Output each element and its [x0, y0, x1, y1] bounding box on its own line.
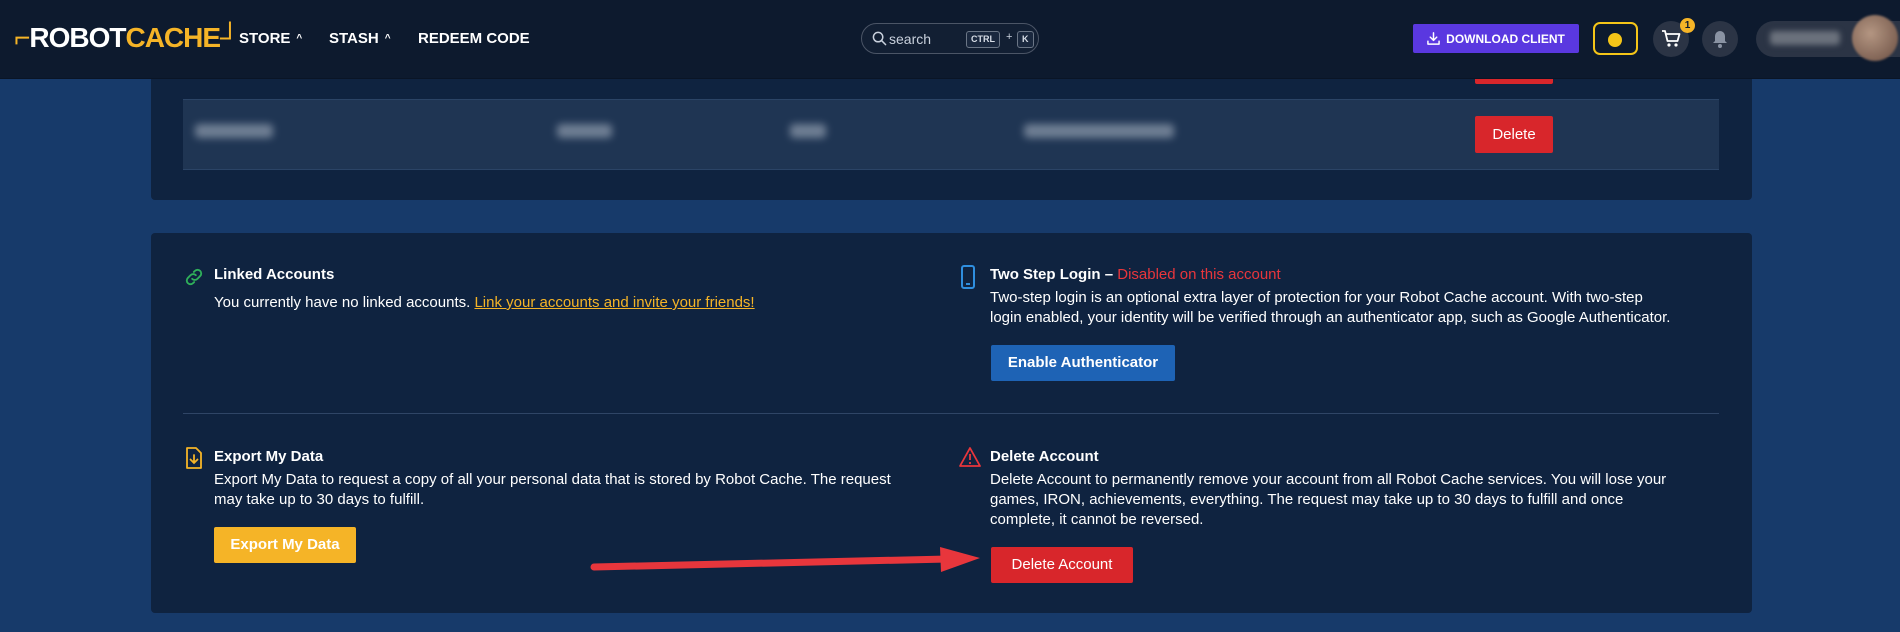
shortcut-k-key: K: [1017, 31, 1034, 48]
avatar: [1852, 15, 1898, 61]
two-step-status: Disabled on this account: [1117, 266, 1281, 283]
two-step-dash: –: [1104, 266, 1114, 283]
export-line-2: may take up to 30 days to fulfill.: [214, 491, 425, 508]
chevron-up-icon: ^: [384, 33, 391, 44]
export-data-description: Export My Data to request a copy of all …: [214, 470, 891, 510]
search-icon: [872, 31, 887, 46]
delete-line-1: Delete Account to permanently remove you…: [990, 471, 1667, 488]
nav-stash[interactable]: STASH ^: [329, 30, 391, 47]
linked-accounts-message: You currently have no linked accounts.: [214, 294, 471, 311]
export-data-title: Export My Data: [214, 448, 324, 465]
cart-icon: [1662, 30, 1681, 47]
chevron-up-icon: ^: [296, 33, 303, 44]
delete-account-button[interactable]: Delete Account: [991, 547, 1133, 583]
export-line-1: Export My Data to request a copy of all …: [214, 471, 891, 488]
notifications-button[interactable]: [1702, 21, 1738, 57]
cart-count-badge: 1: [1680, 18, 1695, 33]
link-icon: [185, 268, 203, 286]
two-step-title-line: Two Step Login – Disabled on this accoun…: [990, 266, 1281, 283]
export-data-button[interactable]: Export My Data: [214, 527, 356, 563]
export-download-icon: [186, 447, 202, 469]
link-accounts-link[interactable]: Link your accounts and invite your frien…: [474, 294, 754, 311]
nav-redeem-code[interactable]: REDEEM CODE: [418, 30, 530, 47]
delete-line-2: games, IRON, achievements, everything. T…: [990, 491, 1624, 508]
session-os-blurred: [557, 124, 612, 138]
session-location-blurred: [790, 124, 826, 138]
two-step-line-2: login enabled, your identity will be ver…: [990, 309, 1671, 326]
delete-account-description: Delete Account to permanently remove you…: [990, 470, 1666, 530]
search-bar[interactable]: search CTRL + K: [861, 23, 1039, 54]
download-client-button[interactable]: DOWNLOAD CLIENT: [1413, 24, 1579, 53]
delete-account-title: Delete Account: [990, 448, 1099, 465]
enable-authenticator-button[interactable]: Enable Authenticator: [991, 345, 1175, 381]
phone-icon: [961, 265, 975, 289]
top-navigation-bar: ⌐ROBOTCACHE┘ STORE ^ STASH ^ REDEEM CODE s…: [0, 0, 1900, 79]
robotcache-logo[interactable]: ⌐ROBOTCACHE┘: [14, 22, 240, 54]
iron-coin-icon: [1608, 33, 1622, 47]
linked-accounts-title: Linked Accounts: [214, 266, 335, 283]
search-placeholder: search: [889, 31, 932, 47]
two-step-line-1: Two-step login is an optional extra laye…: [990, 289, 1643, 306]
iron-wallet-button[interactable]: [1593, 22, 1638, 55]
bell-icon: [1713, 31, 1727, 48]
nav-store[interactable]: STORE ^: [239, 30, 302, 47]
section-divider: [183, 413, 1719, 414]
download-icon: [1427, 32, 1440, 45]
shortcut-ctrl-key: CTRL: [966, 31, 1000, 48]
username-blurred: [1770, 31, 1840, 45]
session-date-blurred: [1024, 124, 1174, 138]
session-delete-button[interactable]: Delete: [1475, 116, 1553, 153]
annotation-arrow: [590, 547, 980, 572]
linked-accounts-text: You currently have no linked accounts. L…: [214, 293, 755, 313]
two-step-title: Two Step Login: [990, 266, 1101, 283]
user-profile-menu[interactable]: [1756, 15, 1900, 61]
two-step-description: Two-step login is an optional extra laye…: [990, 288, 1670, 328]
warning-icon: [959, 447, 981, 467]
delete-line-3: complete, it cannot be reversed.: [990, 511, 1204, 528]
session-device-blurred: [195, 124, 273, 138]
shortcut-plus: +: [1006, 31, 1013, 43]
